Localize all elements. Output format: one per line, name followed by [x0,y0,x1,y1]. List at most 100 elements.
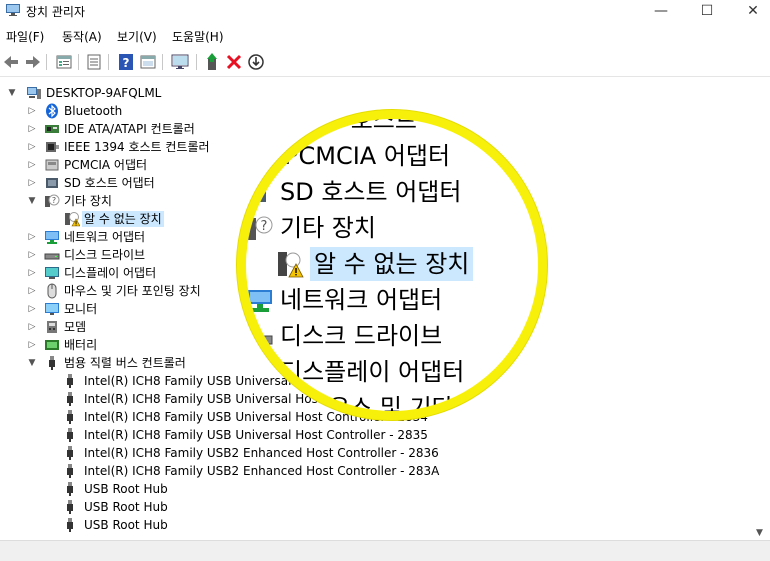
menu-bar: 파일(F) 동작(A) 보기(V) 도움말(H) [0,25,770,45]
forward-icon[interactable] [22,52,42,72]
toolbar: ? [0,48,770,77]
disk-drive-icon [44,253,60,260]
scroll-down-arrow-icon[interactable]: ▼ [756,528,763,538]
magnified-label: 네트워크 어댑터 [280,286,443,314]
tree-item-label: IEEE 1394 호스트 컨트롤러 [64,140,210,154]
tree-item-label: USB Root Hub [84,482,168,496]
back-icon[interactable] [2,52,22,72]
tree-item-label: 네트워크 어댑터 [64,230,146,244]
expand-arrow-icon[interactable]: ▷ [26,265,38,281]
unknown-device-warning-icon [65,212,80,227]
tree-item-label: 디스크 드라이브 [64,248,146,262]
collapse-arrow-icon[interactable]: ▼ [26,193,38,209]
ieee1394-icon [46,142,59,152]
modem-icon [47,321,57,333]
tree-item-label: Intel(R) ICH8 Family USB Universal Host … [84,428,428,442]
magnified-network-adapter-icon [248,290,272,312]
tree-item-usb-child[interactable]: USB Root Hub [0,498,752,516]
magnified-other-devices-icon: ? [248,216,273,240]
tree-item-usb-child[interactable]: Intel(R) ICH8 Family USB Universal Host … [0,426,752,444]
tree-item-label: 배터리 [64,338,98,352]
expand-arrow-icon[interactable]: ▷ [26,229,38,245]
magnified-label: SD 호스트 어댑터 [280,178,462,206]
vertical-scrollbar[interactable]: ▼ [752,82,770,540]
uninstall-icon[interactable] [224,52,244,72]
device-manager-icon [6,4,20,16]
properties-icon[interactable] [54,52,74,72]
magnified-label: 디스크 드라이브 [280,322,443,350]
root-label: DESKTOP-9AFQLML [46,86,162,100]
usb-plug-icon [67,446,73,460]
close-button[interactable]: ✕ [730,0,770,22]
magnified-disk-drive-icon [252,335,273,345]
tree-item-label: 모니터 [64,302,98,316]
magnified-display-adapter-icon [252,362,274,378]
tree-item-usb-child[interactable]: USB Root Hub [0,480,752,498]
tree-item-label: Intel(R) ICH8 Family USB2 Enhanced Host … [84,464,440,478]
update-driver-icon[interactable] [84,52,104,72]
expand-arrow-icon[interactable]: ▷ [26,247,38,263]
ide-controller-icon [45,125,59,133]
tree-item-usb-child[interactable]: USB Root Hub [0,516,752,534]
tree-item-label: USB Root Hub [84,500,168,514]
expand-arrow-icon[interactable]: ▷ [26,301,38,317]
expand-arrow-icon[interactable]: ▷ [26,283,38,299]
magnifier-overlay: 1394 호스트 PCMCIA 어댑터 SD 호스트 어댑터 ? 기타 장치 알… [237,110,547,420]
tree-root[interactable]: ▼ DESKTOP-9AFQLML [0,84,752,102]
usb-plug-icon [67,500,73,514]
horizontal-scrollbar[interactable] [0,540,770,561]
minimize-button[interactable]: — [638,0,684,22]
view-icon[interactable] [138,52,158,72]
tree-item-label: 디스플레이 어댑터 [64,266,157,280]
computer-icon [27,87,41,99]
other-devices-icon: ? [45,194,60,207]
tree-item-label: PCMCIA 어댑터 [64,158,148,172]
magnified-sd-host-icon [250,182,266,202]
expand-arrow-icon[interactable]: ▷ [26,121,38,137]
usb-plug-icon [67,428,73,442]
svg-text:?: ? [123,56,130,70]
monitor-icon[interactable] [170,52,190,72]
menu-help[interactable]: 도움말(H) [172,28,224,45]
expand-arrow-icon[interactable]: ▷ [26,337,38,353]
expand-arrow-icon[interactable]: ▷ [26,157,38,173]
tree-item-label: 마우스 및 기타 포인팅 장치 [64,284,201,298]
network-adapter-icon [45,231,59,244]
collapse-arrow-icon[interactable]: ▼ [6,85,18,101]
expand-arrow-icon[interactable]: ▷ [26,175,38,191]
svg-text:?: ? [261,219,268,234]
tree-item-label: Intel(R) ICH8 Family USB2 Enhanced Host … [84,446,439,460]
magnified-label: 기타 장치 [280,214,376,242]
magnified-label-selected: 알 수 없는 장치 [310,247,474,281]
tree-item-usb-child[interactable]: Intel(R) ICH8 Family USB2 Enhanced Host … [0,462,752,480]
tree-item-label: 범용 직렬 버스 컨트롤러 [64,356,186,370]
title-bar: 장치 관리자 — ☐ ✕ [0,0,770,22]
collapse-arrow-icon[interactable]: ▼ [26,355,38,371]
tree-item-label: 알 수 없는 장치 [82,211,164,227]
usb-icon [49,356,55,370]
battery-icon [45,340,59,350]
menu-file[interactable]: 파일(F) [6,28,44,45]
mouse-icon [47,283,57,299]
maximize-button[interactable]: ☐ [684,0,730,22]
expand-arrow-icon[interactable]: ▷ [26,319,38,335]
bluetooth-icon [46,103,58,119]
help-icon[interactable]: ? [116,52,136,72]
usb-plug-icon [67,392,73,406]
usb-plug-icon [67,410,73,424]
menu-view[interactable]: 보기(V) [117,28,157,45]
menu-action[interactable]: 동작(A) [62,28,102,45]
tree-item-label: 기타 장치 [64,194,112,208]
magnified-label: 디스플레이 어댑터 [280,358,465,386]
tree-item-label: USB Root Hub [84,518,168,532]
pcmcia-icon [45,159,59,171]
tree-item-label: SD 호스트 어댑터 [64,176,155,190]
tree-item-label: Bluetooth [64,104,123,118]
tree-item-usb-child[interactable]: Intel(R) ICH8 Family USB2 Enhanced Host … [0,444,752,462]
usb-plug-icon [67,464,73,478]
add-driver-icon[interactable] [202,52,222,72]
download-icon[interactable] [246,52,266,72]
expand-arrow-icon[interactable]: ▷ [26,139,38,155]
expand-arrow-icon[interactable]: ▷ [26,103,38,119]
usb-plug-icon [67,518,73,532]
